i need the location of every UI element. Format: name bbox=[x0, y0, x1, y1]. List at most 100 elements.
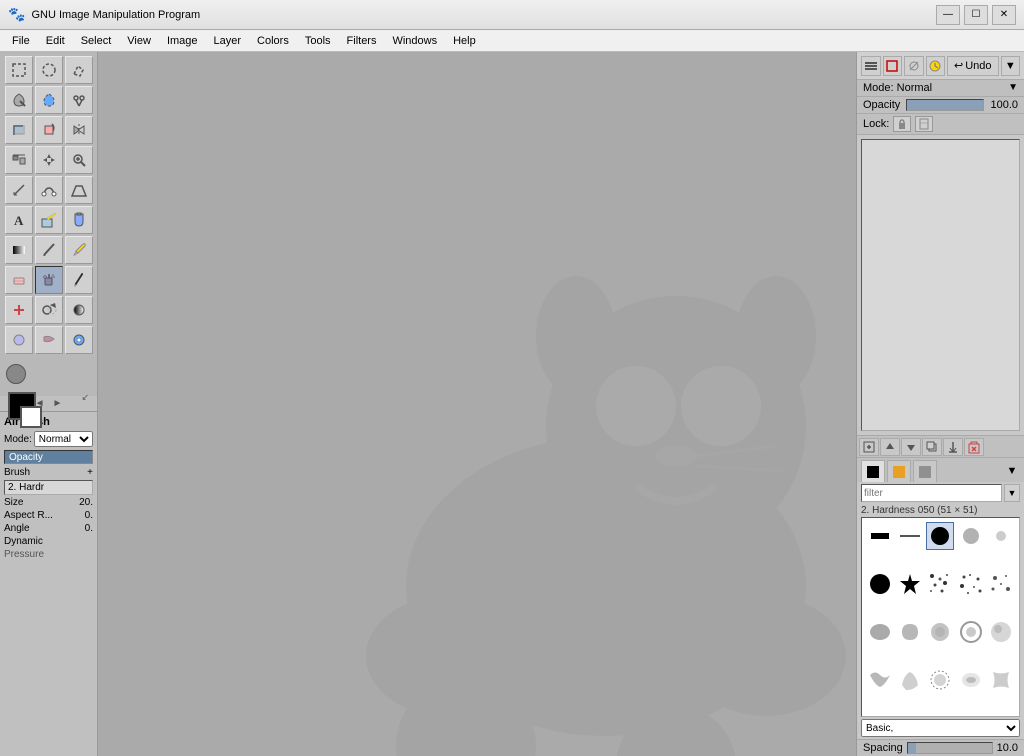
brush-item-tex2[interactable] bbox=[896, 666, 924, 694]
menu-item-windows[interactable]: Windows bbox=[384, 33, 445, 49]
brush-item-2[interactable] bbox=[896, 522, 924, 550]
channels-icon[interactable] bbox=[883, 56, 903, 76]
tool-scissors[interactable] bbox=[65, 86, 93, 114]
brush-item-tex4[interactable] bbox=[957, 666, 985, 694]
menu-item-tools[interactable]: Tools bbox=[297, 33, 339, 49]
brush-value[interactable]: 2. Hardr bbox=[4, 480, 93, 495]
menu-item-view[interactable]: View bbox=[119, 33, 159, 49]
tool-airbrush[interactable] bbox=[35, 266, 63, 294]
tool-measure[interactable] bbox=[5, 176, 33, 204]
brush-item-6[interactable] bbox=[866, 570, 894, 598]
tool-flip[interactable] bbox=[65, 116, 93, 144]
menu-item-edit[interactable]: Edit bbox=[38, 33, 73, 49]
spacing-row: Spacing 10.0 bbox=[857, 739, 1024, 756]
tool-pencil[interactable] bbox=[35, 236, 63, 264]
tool-paths[interactable] bbox=[35, 176, 63, 204]
brush-preset-select[interactable]: Basic, bbox=[861, 719, 1020, 737]
brush-item-dots3[interactable] bbox=[987, 570, 1015, 598]
tool-crop[interactable] bbox=[5, 116, 33, 144]
anchor-layer-button[interactable] bbox=[943, 438, 963, 456]
tool-select-by-color[interactable] bbox=[35, 86, 63, 114]
opacity-bar[interactable]: Opacity bbox=[4, 450, 93, 464]
menu-item-help[interactable]: Help bbox=[445, 33, 484, 49]
close-button[interactable]: ✕ bbox=[992, 5, 1016, 25]
tool-perspective[interactable] bbox=[65, 176, 93, 204]
brush-filter-input[interactable] bbox=[861, 484, 1002, 502]
tool-move[interactable] bbox=[35, 146, 63, 174]
brush-item-tex1[interactable] bbox=[866, 666, 894, 694]
brush-item-star[interactable] bbox=[896, 570, 924, 598]
tool-dodge[interactable] bbox=[65, 296, 93, 324]
brush-item-blob2[interactable] bbox=[896, 618, 924, 646]
menu-item-layer[interactable]: Layer bbox=[206, 33, 250, 49]
new-layer-button[interactable] bbox=[859, 438, 879, 456]
brush-item-1[interactable] bbox=[866, 522, 894, 550]
tool-zoom[interactable] bbox=[65, 146, 93, 174]
brush-item-blob3[interactable] bbox=[926, 618, 954, 646]
tool-heal[interactable] bbox=[5, 296, 33, 324]
lock-label: Lock: bbox=[863, 118, 889, 130]
brush-item-blob5[interactable] bbox=[987, 618, 1015, 646]
brush-item-tex5[interactable] bbox=[987, 666, 1015, 694]
brush-item-blob1[interactable] bbox=[866, 618, 894, 646]
brush-item-selected[interactable] bbox=[926, 522, 954, 550]
tool-blend[interactable] bbox=[5, 236, 33, 264]
duplicate-layer-button[interactable] bbox=[922, 438, 942, 456]
mode-select[interactable]: Normal bbox=[34, 431, 93, 447]
brush-item-tex3[interactable] bbox=[926, 666, 954, 694]
lower-layer-button[interactable] bbox=[901, 438, 921, 456]
reset-colors-icon[interactable]: ↙ bbox=[81, 392, 89, 403]
canvas-area[interactable] bbox=[98, 52, 856, 756]
delete-layer-button[interactable] bbox=[964, 438, 984, 456]
tool-bucket[interactable] bbox=[65, 206, 93, 234]
brush-icon[interactable]: + bbox=[87, 467, 93, 478]
tool-paintbrush[interactable] bbox=[65, 236, 93, 264]
opacity-slider[interactable] bbox=[906, 99, 984, 111]
menu-item-colors[interactable]: Colors bbox=[249, 33, 297, 49]
brush-item-blob4[interactable] bbox=[957, 618, 985, 646]
tool-blur[interactable] bbox=[5, 326, 33, 354]
brush-panel-expand-icon[interactable]: ▼ bbox=[1004, 460, 1020, 482]
brush-item-dots1[interactable] bbox=[926, 570, 954, 598]
tool-free-select[interactable] bbox=[65, 56, 93, 84]
menu-item-file[interactable]: File bbox=[4, 33, 38, 49]
brush-preview[interactable] bbox=[6, 364, 26, 384]
tool-rotate[interactable] bbox=[35, 116, 63, 144]
brush-item-dots2[interactable] bbox=[957, 570, 985, 598]
tool-smudge[interactable] bbox=[35, 326, 63, 354]
tool-rect-select[interactable] bbox=[5, 56, 33, 84]
raise-layer-button[interactable] bbox=[880, 438, 900, 456]
layers-icon[interactable] bbox=[861, 56, 881, 76]
tool-fuzzy-select[interactable] bbox=[5, 86, 33, 114]
main-layout: A bbox=[0, 52, 1024, 756]
brush-tab-orange[interactable] bbox=[887, 460, 911, 482]
menu-item-image[interactable]: Image bbox=[159, 33, 206, 49]
tool-ellipse-select[interactable] bbox=[35, 56, 63, 84]
menu-item-select[interactable]: Select bbox=[73, 33, 120, 49]
brush-tab-black[interactable] bbox=[861, 460, 885, 482]
tool-color-picker[interactable] bbox=[35, 206, 63, 234]
paths-icon[interactable] bbox=[904, 56, 924, 76]
scroll-right-icon[interactable]: ► bbox=[53, 398, 63, 409]
brush-tab-gray[interactable] bbox=[913, 460, 937, 482]
history-icon[interactable] bbox=[926, 56, 946, 76]
spacing-slider[interactable] bbox=[907, 742, 993, 754]
tool-text[interactable]: A bbox=[5, 206, 33, 234]
brush-item-4[interactable] bbox=[957, 522, 985, 550]
brush-filter-dropdown[interactable]: ▼ bbox=[1004, 484, 1020, 502]
tool-color-picker3[interactable] bbox=[65, 326, 93, 354]
brush-item-5[interactable] bbox=[987, 522, 1015, 550]
tool-align[interactable] bbox=[5, 146, 33, 174]
tool-eraser[interactable] bbox=[5, 266, 33, 294]
tool-clone[interactable] bbox=[35, 296, 63, 324]
minimize-button[interactable]: — bbox=[936, 5, 960, 25]
undo-button[interactable]: ↩ Undo bbox=[947, 56, 999, 76]
maximize-button[interactable]: ☐ bbox=[964, 5, 988, 25]
lock-alpha-button[interactable] bbox=[915, 116, 933, 132]
menu-item-filters[interactable]: Filters bbox=[339, 33, 385, 49]
panel-options-icon[interactable]: ▼ bbox=[1001, 56, 1021, 76]
tool-ink[interactable] bbox=[65, 266, 93, 294]
mode-expand-icon[interactable]: ▼ bbox=[1008, 82, 1018, 93]
lock-pixels-button[interactable] bbox=[893, 116, 911, 132]
background-color[interactable] bbox=[20, 406, 42, 428]
